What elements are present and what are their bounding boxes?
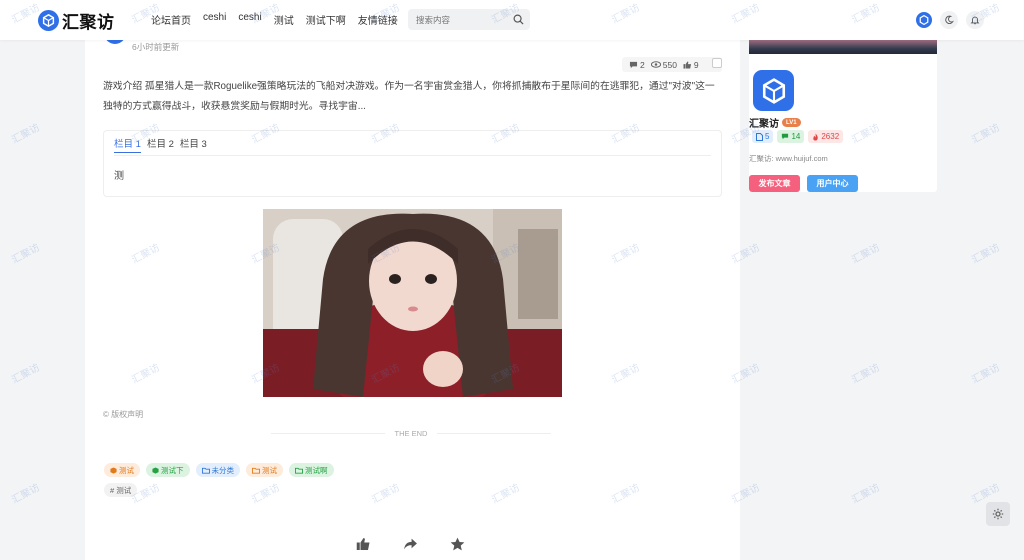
tab-divider <box>114 155 711 156</box>
logo-text: 汇聚访 <box>62 13 115 32</box>
cube-icon <box>152 466 159 474</box>
comment-icon <box>782 133 789 140</box>
nav-item-test-more[interactable]: 测试下啊 <box>306 12 346 27</box>
folder-icon <box>201 467 210 474</box>
top-header: 汇聚访 论坛首页 ceshi ceshi 测试 测试下啊 友情链接 <box>0 0 1024 40</box>
nav-item-forum-home[interactable]: 论坛首页 <box>151 12 191 27</box>
thumbs-up-icon <box>683 60 691 69</box>
profile-buttons: 发布文章 用户中心 <box>749 175 858 192</box>
watermark-text: 汇聚访 <box>970 362 1002 387</box>
post-intro: 游戏介绍 孤星猎人是一款Roguelike强策略玩法的飞船对决游戏。作为一名宇宙… <box>103 81 715 112</box>
posts-badge[interactable]: 5 <box>752 130 774 143</box>
eye-icon <box>650 61 661 68</box>
document-icon <box>756 132 763 141</box>
comment-stat: 2 <box>629 60 645 70</box>
site-logo[interactable]: 汇聚访 <box>38 8 115 33</box>
folder-icon <box>295 467 303 474</box>
user-avatar[interactable] <box>916 12 932 28</box>
profile-avatar[interactable] <box>753 70 794 111</box>
tab-bar: 栏目 1 栏目 2 栏目 3 <box>114 136 207 153</box>
tab-content: 测 <box>114 171 124 182</box>
the-end-line-right <box>437 433 552 434</box>
comments-badge[interactable]: 14 <box>777 130 805 143</box>
update-time: 6小时前更新 <box>132 42 180 52</box>
tag-list: 测试 测试下 未分类 测试 测试啊 # 测试 <box>104 463 364 497</box>
watermark-text: 汇聚访 <box>970 122 1002 147</box>
category-tag[interactable]: 未分类 <box>195 463 240 477</box>
main-nav: 论坛首页 ceshi ceshi 测试 测试下啊 友情链接 <box>151 12 398 27</box>
like-stat: 9 <box>683 60 699 70</box>
dark-mode-moon-icon[interactable] <box>940 11 958 29</box>
tag-label: 测试啊 <box>305 465 328 475</box>
category-tag[interactable]: 测试 <box>246 463 283 477</box>
the-end-divider: THE END <box>271 429 552 438</box>
profile-name-row: 汇聚访 LV1 <box>749 115 801 130</box>
copyright-notice[interactable]: © 版权声明 <box>103 409 143 420</box>
level-badge: LV1 <box>782 118 801 127</box>
nav-item-ceshi-2[interactable]: ceshi <box>238 12 261 27</box>
tag-label: 测试 <box>119 465 134 475</box>
star-icon <box>450 537 465 551</box>
tab-panel: 栏目 1 栏目 2 栏目 3 测 <box>103 130 722 197</box>
profile-name[interactable]: 汇聚访 <box>749 115 779 130</box>
search-icon[interactable] <box>513 14 524 28</box>
nav-item-test[interactable]: 测试 <box>274 12 294 27</box>
tab-column-1[interactable]: 栏目 1 <box>114 136 141 153</box>
article-card: 6小时前更新 2 550 9 游戏介绍 孤星猎人是一款Roguelike强策略玩… <box>85 18 740 560</box>
search-input[interactable] <box>408 9 503 30</box>
search-box <box>408 9 530 30</box>
like-button[interactable] <box>356 537 371 554</box>
watermark-text: 汇聚访 <box>970 242 1002 267</box>
watermark-text: 汇聚访 <box>850 482 882 507</box>
tab-column-2[interactable]: 栏目 2 <box>147 136 174 153</box>
view-count: 550 <box>662 59 677 70</box>
category-tag[interactable]: 测试啊 <box>289 463 334 477</box>
post-photo[interactable] <box>263 209 562 397</box>
tab-column-3[interactable]: 栏目 3 <box>180 136 207 153</box>
the-end-label: THE END <box>394 429 428 438</box>
comment-icon <box>629 61 638 68</box>
view-stat: 550 <box>650 59 677 70</box>
tag-label: 测试下 <box>161 465 184 475</box>
share-button[interactable] <box>403 537 418 554</box>
watermark-text: 汇聚访 <box>10 362 42 387</box>
category-tag[interactable]: 测试下 <box>146 463 190 477</box>
nav-item-friend-links[interactable]: 友情链接 <box>358 12 398 27</box>
favorite-button[interactable] <box>450 537 465 554</box>
logo-cube-icon <box>38 10 59 31</box>
folder-icon <box>252 467 260 474</box>
settings-gear-icon[interactable] <box>986 502 1010 526</box>
category-tag[interactable]: 测试 <box>104 463 140 477</box>
the-end-line-left <box>271 433 385 434</box>
watermark-text: 汇聚访 <box>850 242 882 267</box>
hashtag-tag[interactable]: # 测试 <box>104 483 138 497</box>
watermark-text: 汇聚访 <box>10 122 42 147</box>
watermark-text: 汇聚访 <box>10 482 42 507</box>
cube-icon <box>110 466 117 474</box>
tag-label: 测试 <box>262 465 277 475</box>
comment-count: 2 <box>640 59 645 70</box>
posts-count: 5 <box>765 132 770 141</box>
post-actions <box>356 537 465 554</box>
watermark-text: 汇聚访 <box>10 242 42 267</box>
tag-label: 未分类 <box>211 465 235 475</box>
watermark-text: 汇聚访 <box>850 362 882 387</box>
comments-count: 14 <box>791 132 801 141</box>
popularity-badge[interactable]: 2632 <box>808 130 844 143</box>
notification-bell-icon[interactable] <box>966 11 984 29</box>
popularity-count: 2632 <box>821 132 840 141</box>
thumbs-up-icon <box>356 538 370 550</box>
fire-icon <box>813 132 819 141</box>
share-arrow-icon <box>404 538 417 550</box>
post-stats: 2 550 9 <box>622 57 722 72</box>
profile-stats: 5 14 2632 <box>752 130 844 143</box>
header-actions <box>916 11 984 29</box>
publish-article-button[interactable]: 发布文章 <box>749 175 800 192</box>
user-center-button[interactable]: 用户中心 <box>807 175 858 192</box>
favorite-checkbox[interactable] <box>712 58 722 68</box>
profile-site: 汇聚访: www.huijuf.com <box>749 154 828 163</box>
like-count: 9 <box>693 59 699 70</box>
nav-item-ceshi-1[interactable]: ceshi <box>203 12 226 27</box>
